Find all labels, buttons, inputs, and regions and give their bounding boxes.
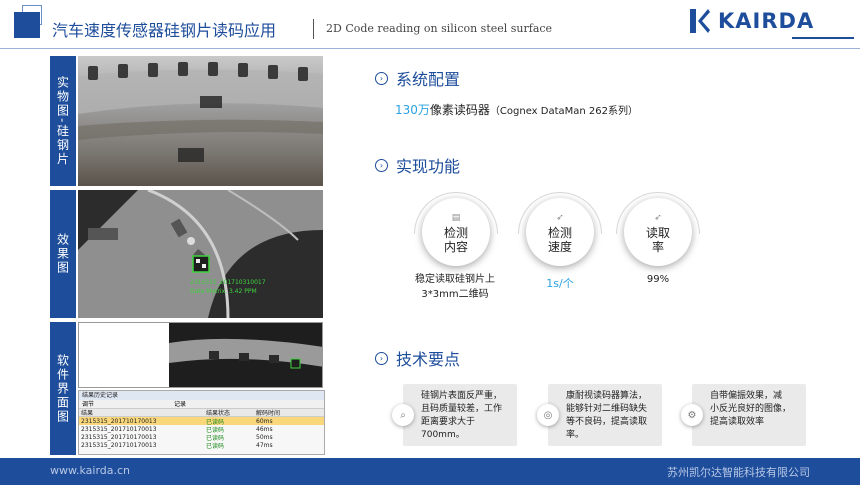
card-line: 康耐视读码器算法， xyxy=(566,391,648,401)
feature-caption-rate: 99% xyxy=(646,274,670,285)
steel-illustration xyxy=(78,62,323,162)
title-decoration-square xyxy=(14,12,40,38)
software-blank-pane xyxy=(79,323,169,387)
section-config-label: 系统配置 xyxy=(396,70,461,89)
card-line: 等不良码，提高读取率。 xyxy=(566,417,648,440)
config-note: （Cognex DataMan 262系列） xyxy=(489,106,639,117)
footer-company: 苏州凯尔达智能科技有限公司 xyxy=(667,466,810,479)
section-tech-title: › 技术要点 xyxy=(375,346,460,370)
feature-circle-rate: ➶ 读取 率 xyxy=(624,198,692,266)
config-text: 130万像素读码器（Cognex DataMan 262系列） xyxy=(395,101,638,118)
document-icon: ▤ xyxy=(451,212,461,223)
feature-label: 检测 xyxy=(547,225,572,240)
card-line: 小反光良好的图像， xyxy=(710,404,792,414)
config-highlight: 130万 xyxy=(395,103,430,117)
photo-effect: 2315315_201710310017 Data Matrix, 3.42 P… xyxy=(78,190,323,318)
panel-label-software: 软件界面图 xyxy=(50,322,76,455)
feature-caption-speed: 1s/个 xyxy=(546,277,574,290)
software-results-window: 结果历史记录 调节 记录 结果 结果状态 解码时间 2315315_201710… xyxy=(78,390,325,455)
header-border xyxy=(0,48,860,49)
feature-label: 内容 xyxy=(443,239,468,254)
title-divider xyxy=(313,19,314,39)
effect-illustration xyxy=(78,190,323,318)
toolbar-adjust[interactable]: 调节 xyxy=(82,400,94,408)
left-column: 实物图-硅钢片 效果图 2315315_201710310017 Data Ma… xyxy=(50,52,330,455)
row-time: 50ms xyxy=(256,433,273,441)
gear-icon: ⚙ xyxy=(681,404,703,426)
page-subtitle: 2D Code reading on silicon steel surface xyxy=(326,22,553,35)
card-line: 硅钢片表面反严重， xyxy=(421,391,503,401)
logo-underline xyxy=(792,37,854,39)
tech-card: 硅钢片表面反严重， 且码质量较差，工作 距离要求大于700mm。 xyxy=(403,384,517,446)
caption-line: 稳定读取硅钢片上 xyxy=(415,274,495,285)
card-line: 提高读取效率 xyxy=(710,417,765,427)
panel-label-physical: 实物图-硅钢片 xyxy=(50,56,76,186)
feature-label: 检测 xyxy=(443,225,468,240)
logo-text: KAIRDA xyxy=(718,9,815,33)
software-window-title: 结果历史记录 xyxy=(79,391,324,400)
section-features-label: 实现功能 xyxy=(396,157,461,176)
row-time: 47ms xyxy=(256,441,273,449)
row-time: 46ms xyxy=(256,425,273,433)
row-status: 已读码 xyxy=(206,442,225,450)
rocket-icon: ➶ xyxy=(654,212,662,223)
chevron-right-icon: › xyxy=(375,351,388,365)
feature-circle-content: ▤ 检测 内容 xyxy=(422,198,490,266)
chevron-right-icon: › xyxy=(375,71,388,85)
card-line: 能够针对二维码缺失 xyxy=(566,404,648,414)
effect-overlay-line2: Data Matrix, 3.42 PPM xyxy=(190,288,257,295)
feature-label: 速度 xyxy=(547,239,572,254)
table-row[interactable]: 2315315_201710170013 已读码 46ms xyxy=(79,425,324,434)
effect-overlay-text: 2315315_201710310017 Data Matrix, 3.42 P… xyxy=(190,278,266,296)
section-features-title: › 实现功能 xyxy=(375,153,460,177)
feature-caption-content: 稳定读取硅钢片上 3*3mm二维码 xyxy=(403,272,507,302)
row-id: 2315315_201710170013 xyxy=(81,425,157,433)
footer: www.kairda.cn 苏州凯尔达智能科技有限公司 xyxy=(0,458,860,485)
logo-k-icon xyxy=(690,9,710,33)
tech-card: 自带偏振效果，减 小反光良好的图像， 提高读取效率 xyxy=(692,384,806,446)
table-row[interactable]: 2315315_201710170013 已读码 50ms xyxy=(79,433,324,442)
software-preview xyxy=(78,322,323,388)
caption-line: 3*3mm二维码 xyxy=(421,289,489,300)
section-tech-label: 技术要点 xyxy=(396,350,461,369)
table-row[interactable]: 2315315_201710170013 已读码 47ms xyxy=(79,441,324,450)
card-line: 且码质量较差，工作 xyxy=(421,404,503,414)
software-table-header: 结果 结果状态 解码时间 xyxy=(79,409,324,417)
col-time: 解码时间 xyxy=(256,410,281,417)
effect-overlay-line1: 2315315_201710310017 xyxy=(190,279,266,286)
feature-label: 率 xyxy=(651,239,664,254)
section-config-title: › 系统配置 xyxy=(375,66,460,90)
config-main: 像素读码器 xyxy=(429,103,490,117)
col-result: 结果 xyxy=(81,410,94,417)
row-id: 2315315_201710170013 xyxy=(81,433,157,441)
chevron-right-icon: › xyxy=(375,158,388,172)
target-icon: ◎ xyxy=(537,404,559,426)
software-image xyxy=(169,323,322,387)
row-id: 2315315_201710170013 xyxy=(81,441,157,449)
feature-circle-speed: ➶ 检测 速度 xyxy=(526,198,594,266)
header: 汽车速度传感器硅钢片读码应用 2D Code reading on silico… xyxy=(0,0,860,50)
search-icon: ⌕ xyxy=(392,404,414,426)
row-id: 2315315_201710170013 xyxy=(81,417,157,425)
table-row[interactable]: 2315315_201710170013 已读码 60ms xyxy=(79,417,324,426)
tech-card: 康耐视读码器算法， 能够针对二维码缺失 等不良码，提高读取率。 xyxy=(548,384,662,446)
row-time: 60ms xyxy=(256,417,273,425)
feature-label: 读取 xyxy=(645,225,670,240)
page-title: 汽车速度传感器硅钢片读码应用 xyxy=(52,21,277,40)
card-line: 自带偏振效果，减 xyxy=(710,391,783,401)
photo-silicon-steel xyxy=(78,56,323,186)
kairda-logo: KAIRDA xyxy=(690,8,814,34)
toolbar-record[interactable]: 记录 xyxy=(174,400,186,408)
card-line: 距离要求大于700mm。 xyxy=(421,417,476,440)
footer-website[interactable]: www.kairda.cn xyxy=(50,464,130,477)
panel-label-effect: 效果图 xyxy=(50,190,76,318)
rocket-icon: ➶ xyxy=(556,212,564,223)
